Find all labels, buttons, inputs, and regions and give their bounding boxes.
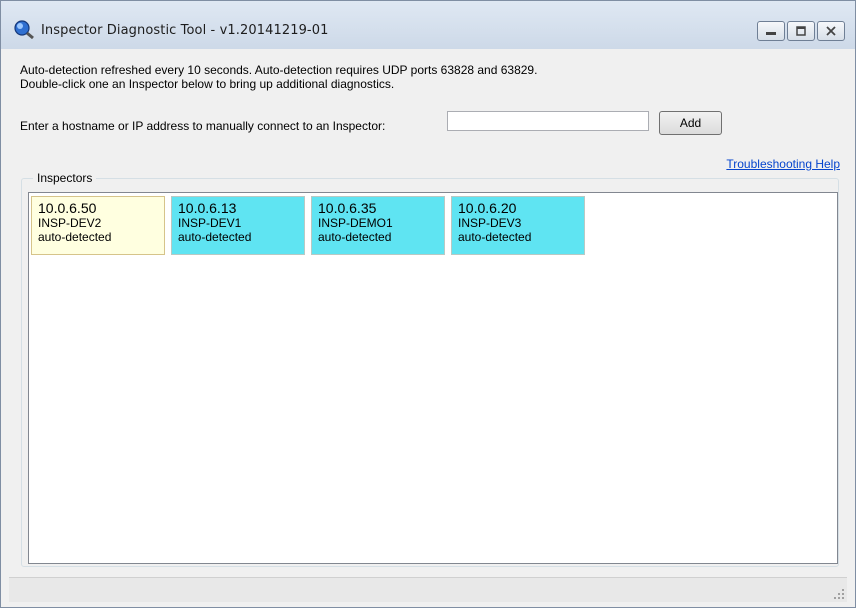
add-button[interactable]: Add xyxy=(659,111,722,135)
inspector-ip: 10.0.6.50 xyxy=(38,200,97,216)
hostname-label: Enter a hostname or IP address to manual… xyxy=(20,119,386,133)
inspector-tile[interactable]: 10.0.6.20 INSP-DEV3 auto-detected xyxy=(451,196,585,255)
inspector-ip: 10.0.6.13 xyxy=(178,200,237,216)
caption-buttons xyxy=(755,21,845,41)
inspector-tile[interactable]: 10.0.6.13 INSP-DEV1 auto-detected xyxy=(171,196,305,255)
inspector-name: INSP-DEV2 xyxy=(38,216,102,230)
inspectors-group-title: Inspectors xyxy=(33,171,97,185)
close-button[interactable] xyxy=(817,21,845,41)
inspector-ip: 10.0.6.20 xyxy=(458,200,517,216)
hostname-input[interactable] xyxy=(447,111,649,131)
info-line-2: Double-click one an Inspector below to b… xyxy=(20,77,395,91)
inspectors-list[interactable]: 10.0.6.50 INSP-DEV2 auto-detected 10.0.6… xyxy=(28,192,838,564)
inspector-status: auto-detected xyxy=(178,230,252,244)
client-area: Auto-detection refreshed every 10 second… xyxy=(9,49,847,601)
inspector-status: auto-detected xyxy=(318,230,392,244)
resize-grip-icon[interactable] xyxy=(833,588,845,600)
inspector-tile[interactable]: 10.0.6.50 INSP-DEV2 auto-detected xyxy=(31,196,165,255)
inspector-tile[interactable]: 10.0.6.35 INSP-DEMO1 auto-detected xyxy=(311,196,445,255)
inspector-ip: 10.0.6.35 xyxy=(318,200,377,216)
info-text: Auto-detection refreshed every 10 second… xyxy=(20,63,537,91)
maximize-button[interactable] xyxy=(787,21,815,41)
minimize-button[interactable] xyxy=(757,21,785,41)
troubleshooting-help-link[interactable]: Troubleshooting Help xyxy=(726,157,840,171)
inspector-name: INSP-DEV3 xyxy=(458,216,522,230)
title-bar[interactable]: Inspector Diagnostic Tool - v1.20141219-… xyxy=(1,1,855,49)
magnifier-app-icon xyxy=(14,20,34,39)
inspector-status: auto-detected xyxy=(38,230,112,244)
minimize-icon xyxy=(766,32,776,35)
inspector-name: INSP-DEMO1 xyxy=(318,216,393,230)
app-window: Inspector Diagnostic Tool - v1.20141219-… xyxy=(0,0,856,608)
window-title: Inspector Diagnostic Tool - v1.20141219-… xyxy=(41,23,329,38)
status-bar xyxy=(9,577,847,602)
inspector-status: auto-detected xyxy=(458,230,532,244)
restore-icon xyxy=(796,26,806,36)
info-line-1: Auto-detection refreshed every 10 second… xyxy=(20,63,538,77)
close-icon xyxy=(826,26,836,36)
inspector-name: INSP-DEV1 xyxy=(178,216,242,230)
